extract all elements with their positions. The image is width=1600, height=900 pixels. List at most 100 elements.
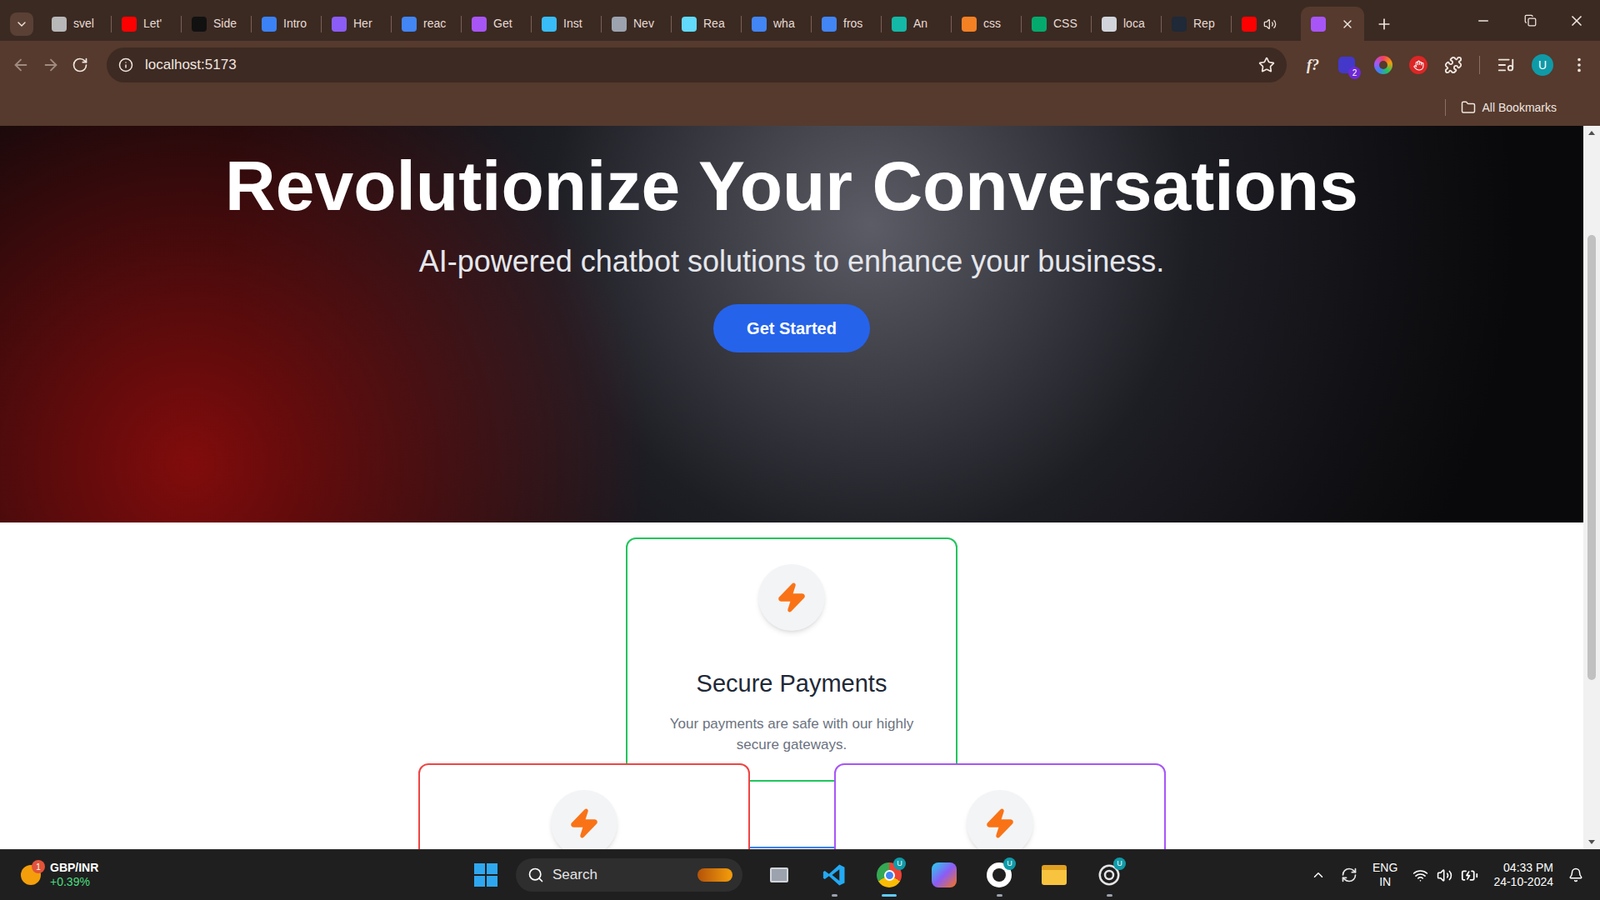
tab-favicon-icon bbox=[331, 16, 347, 32]
browser-tab[interactable]: Inst bbox=[531, 6, 602, 41]
color-extension-icon[interactable] bbox=[1374, 55, 1393, 75]
battery-icon bbox=[1460, 866, 1479, 885]
taskbar-app[interactable] bbox=[760, 852, 798, 898]
sync-icon[interactable] bbox=[1340, 866, 1358, 884]
tab-audio-icon[interactable] bbox=[1263, 17, 1277, 31]
active-tab[interactable] bbox=[1300, 6, 1365, 41]
address-bar[interactable]: localhost:5173 bbox=[106, 47, 1287, 83]
notifications-icon[interactable] bbox=[1568, 867, 1584, 883]
browser-tab[interactable]: Let' bbox=[111, 6, 182, 41]
minimize-button[interactable] bbox=[1460, 13, 1507, 29]
lightning-icon bbox=[984, 807, 1016, 840]
language-indicator[interactable]: ENGIN bbox=[1372, 860, 1398, 890]
feature-row bbox=[418, 763, 1166, 850]
tab-favicon-icon bbox=[821, 16, 837, 32]
taskbar-app[interactable]: U bbox=[980, 852, 1018, 898]
tab-favicon-icon bbox=[121, 16, 137, 32]
extension-badge: 2 bbox=[1348, 66, 1361, 80]
clock[interactable]: 04:33 PM24-10-2024 bbox=[1493, 860, 1554, 890]
tab-separator bbox=[1020, 15, 1022, 33]
tab-favicon-icon bbox=[1101, 16, 1117, 32]
extensions-icon[interactable] bbox=[1444, 55, 1463, 75]
extension-with-badge[interactable]: 2 bbox=[1335, 54, 1358, 76]
scrollbar-thumb[interactable] bbox=[1587, 235, 1596, 680]
tab-separator bbox=[320, 15, 322, 33]
tab-label: Let' bbox=[143, 15, 162, 33]
browser-tab[interactable]: Side bbox=[181, 6, 252, 41]
browser-tab[interactable]: An bbox=[881, 6, 952, 41]
taskbar-app[interactable]: U bbox=[870, 852, 908, 898]
browser-tab[interactable]: Rep bbox=[1161, 6, 1232, 41]
taskbar-app[interactable] bbox=[925, 852, 963, 898]
browser-tab[interactable]: css bbox=[951, 6, 1022, 41]
back-icon[interactable] bbox=[11, 55, 30, 75]
tab-label: svel bbox=[73, 15, 95, 33]
tab-close-icon[interactable] bbox=[1340, 17, 1355, 31]
site-info-icon[interactable] bbox=[118, 57, 134, 73]
vscode-icon bbox=[821, 862, 847, 888]
media-controls-icon[interactable] bbox=[1496, 55, 1515, 75]
search-highlight-icon bbox=[697, 868, 733, 882]
quick-settings[interactable] bbox=[1412, 866, 1479, 885]
copilot-icon bbox=[931, 862, 957, 888]
bookmark-star-icon[interactable] bbox=[1258, 56, 1275, 74]
fx-extension[interactable]: f? bbox=[1306, 54, 1320, 77]
browser-tab[interactable]: Her bbox=[321, 6, 392, 41]
widget-button[interactable]: 1GBP/INR+0.39% bbox=[18, 860, 99, 890]
search-icon bbox=[527, 866, 545, 884]
get-started-button[interactable]: Get Started bbox=[713, 304, 870, 353]
features-section: Secure PaymentsYour payments are safe wi… bbox=[0, 522, 1584, 850]
close-icon bbox=[1568, 12, 1585, 30]
show-hidden-icons[interactable] bbox=[1310, 867, 1326, 883]
tab-label: An bbox=[913, 15, 928, 33]
tab-favicon-icon bbox=[681, 16, 697, 32]
tab-favicon-icon bbox=[1031, 16, 1047, 32]
forward-icon[interactable] bbox=[41, 55, 60, 75]
widget-change: +0.39% bbox=[50, 875, 99, 890]
tab-separator bbox=[1230, 15, 1232, 33]
address-text: localhost:5173 bbox=[145, 54, 1247, 76]
browser-tab[interactable]: fros bbox=[811, 6, 882, 41]
all-bookmarks[interactable]: All Bookmarks bbox=[1460, 99, 1557, 117]
browser-tab[interactable]: reac bbox=[391, 6, 462, 41]
browser-tab[interactable]: Nev bbox=[601, 6, 672, 41]
browser-tab[interactable] bbox=[1231, 6, 1301, 41]
taskbar-app[interactable]: U bbox=[1090, 852, 1128, 898]
start-button[interactable] bbox=[474, 863, 498, 887]
reload-icon[interactable] bbox=[71, 56, 89, 74]
menu-icon[interactable] bbox=[1570, 55, 1589, 75]
chevron-down-icon bbox=[15, 17, 29, 31]
browser-tab[interactable]: svel bbox=[41, 6, 112, 41]
browser-tab[interactable]: CSS bbox=[1021, 6, 1092, 41]
file-explorer-icon bbox=[1041, 865, 1067, 885]
restore-icon bbox=[1524, 14, 1537, 27]
new-tab-icon[interactable] bbox=[1375, 15, 1393, 33]
browser-tab[interactable]: Rea bbox=[671, 6, 742, 41]
browser-tab[interactable]: Get bbox=[461, 6, 532, 41]
tab-favicon-icon bbox=[751, 16, 767, 32]
taskbar-search[interactable]: Search bbox=[515, 858, 743, 892]
scrollbar[interactable] bbox=[1583, 125, 1600, 850]
tab-label: CSS bbox=[1053, 15, 1078, 33]
app-profile-badge: U bbox=[893, 857, 906, 870]
tab-favicon-icon bbox=[1241, 16, 1257, 32]
tab-separator bbox=[110, 15, 112, 33]
feature-description: Your payments are safe with our highly s… bbox=[654, 713, 930, 755]
tab-label: Get bbox=[493, 15, 513, 33]
browser-tab[interactable]: loca bbox=[1091, 6, 1162, 41]
browser-tab[interactable]: Intro bbox=[251, 6, 322, 41]
restore-button[interactable] bbox=[1506, 14, 1554, 27]
tab-favicon-icon bbox=[471, 16, 487, 32]
close-window-button[interactable] bbox=[1553, 12, 1600, 30]
taskbar-app[interactable] bbox=[815, 852, 853, 898]
taskbar-app[interactable] bbox=[1035, 852, 1073, 898]
tab-separator bbox=[250, 15, 252, 33]
tab-separator bbox=[810, 15, 812, 33]
clock-date: 24-10-2024 bbox=[1493, 875, 1554, 890]
profile-avatar[interactable]: U bbox=[1531, 54, 1554, 76]
tab-favicon-icon bbox=[541, 16, 557, 32]
blocker-extension-icon[interactable] bbox=[1409, 55, 1428, 75]
browser-tab[interactable]: wha bbox=[741, 6, 812, 41]
tab-search-button[interactable] bbox=[10, 12, 34, 36]
tab-separator bbox=[880, 15, 882, 33]
